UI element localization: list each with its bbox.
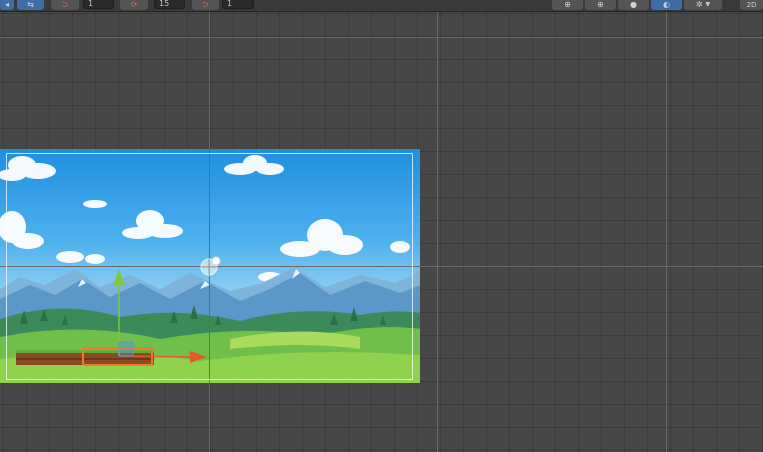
position-snap-toggle[interactable]: ⊃ <box>51 0 79 10</box>
scale-snap-input[interactable]: 1 <box>222 0 254 9</box>
grid-snap-toggle[interactable]: ⇆ <box>17 0 44 10</box>
shaded-sphere-icon: ● <box>630 0 637 9</box>
chevron-icon: ◂ <box>4 0 9 9</box>
wireframe-globe-icon: ⊕ <box>597 0 604 9</box>
magnet-icon: ⊃ <box>61 0 69 9</box>
shaded-view-button[interactable]: ● <box>618 0 649 10</box>
wireframe-shaded-view-button[interactable]: ⊕ <box>585 0 616 10</box>
gizmos-dropdown[interactable]: ✲ ▼ <box>684 0 722 10</box>
major-grid-line <box>0 37 763 38</box>
position-snap-input[interactable]: 1 <box>83 0 114 9</box>
scale-snap-toggle[interactable]: ⊃ <box>192 0 219 10</box>
camera-icon[interactable] <box>199 256 223 278</box>
wireframe-view-button[interactable]: ⊕ <box>552 0 583 10</box>
bug-icon: ✲ <box>695 0 703 9</box>
y-axis-arrow-icon <box>113 269 125 286</box>
lighting-view-button[interactable]: ◐ <box>651 0 682 10</box>
globe-icon: ⊕ <box>564 0 571 9</box>
rotation-snap-toggle[interactable]: ⟳ <box>120 0 148 10</box>
rotate-snap-icon: ⟳ <box>130 0 138 9</box>
major-grid-line <box>666 11 667 452</box>
lighting-icon: ◐ <box>663 0 670 9</box>
2d-toggle-button[interactable]: 2D <box>740 0 763 10</box>
rotation-snap-input[interactable]: 15 <box>154 0 185 9</box>
scene-toolbar: ◂ ⇆ ⊃ 1 ⟳ 15 ⊃ 1 ⊕ ⊕ ● ◐ ✲ ▼ 2D <box>0 0 763 12</box>
scale-snap-icon: ⊃ <box>202 0 209 9</box>
2d-label: 2D <box>746 1 757 9</box>
move-icon: ⇆ <box>27 0 34 9</box>
xy-plane-handle <box>118 341 134 357</box>
chevron-down-icon: ▼ <box>705 1 711 8</box>
major-grid-line <box>437 11 438 452</box>
x-axis-arrow-icon <box>190 351 207 363</box>
toolbar-collapse-button[interactable]: ◂ <box>0 0 14 10</box>
